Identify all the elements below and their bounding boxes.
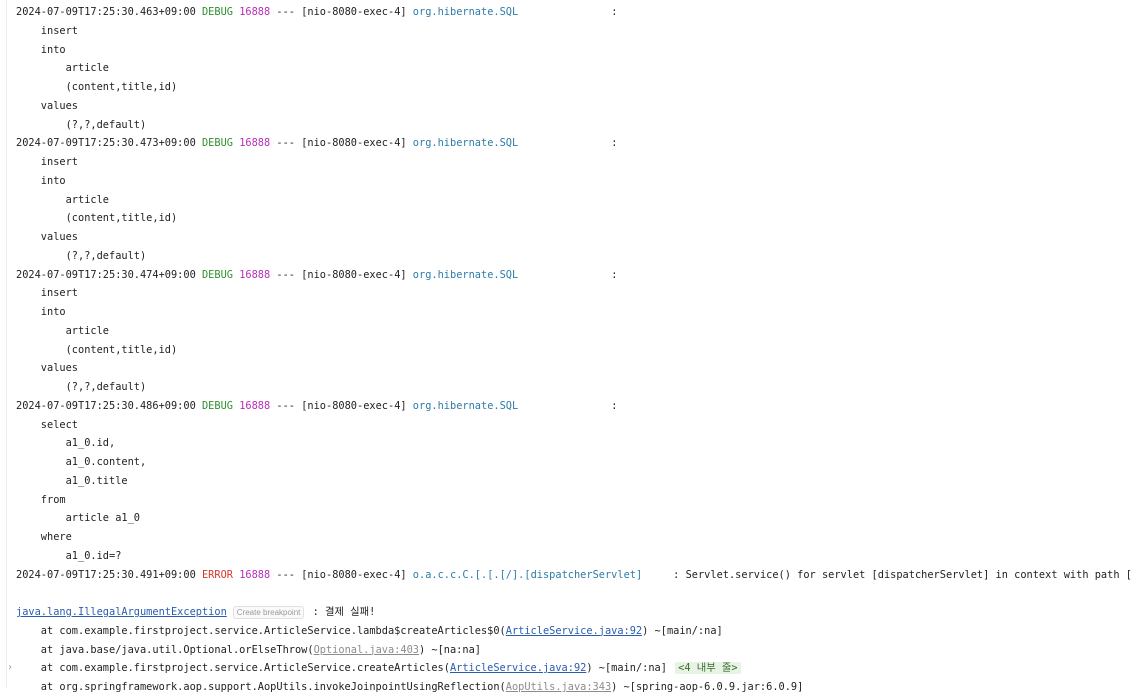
sql-line: a1_0.id,: [16, 437, 116, 450]
log-level: DEBUG: [201, 268, 233, 281]
sql-line: into: [16, 174, 66, 187]
sql-line: (content,title,id): [16, 343, 178, 356]
log-separator: ---: [276, 6, 295, 18]
log-pid: 16888: [239, 399, 271, 412]
sql-line: insert: [16, 287, 78, 300]
log-thread: [nio-8080-exec-4]: [301, 568, 407, 581]
console-output[interactable]: 2024-07-09T17:25:30.463+09:00 DEBUG 1688…: [7, 3, 1131, 697]
sql-line: article: [16, 324, 109, 337]
stack-frame: at org.springframework.aop.support.AopUt…: [16, 678, 1131, 697]
log-timestamp: 2024-07-09T17:25:30.474+09:00: [16, 268, 196, 281]
source-file-link[interactable]: AopUtils.java:343: [506, 681, 611, 693]
log-thread: [nio-8080-exec-4]: [301, 6, 407, 18]
source-file-link[interactable]: Optional.java:403: [314, 644, 419, 656]
sql-line: into: [16, 306, 66, 318]
log-level: DEBUG: [201, 399, 233, 412]
log-pid: 16888: [239, 6, 271, 18]
source-file-link[interactable]: ArticleService.java:92: [506, 625, 642, 637]
sql-line: (?,?,default): [16, 381, 147, 393]
stack-frame-prefix: at java.base/java.util.Optional.orElseTh…: [16, 643, 314, 656]
log-separator: ---: [276, 268, 295, 281]
stack-frame: at com.example.firstproject.service.Arti…: [16, 622, 1131, 641]
log-logger: o.a.c.c.C.[.[.[/].[dispatcherServlet]: [412, 568, 643, 581]
log-pid: 16888: [239, 568, 271, 581]
sql-line: select: [16, 418, 78, 431]
log-error-line: 2024-07-09T17:25:30.491+09:00 ERROR 1688…: [16, 566, 1131, 585]
sql-line: insert: [16, 24, 78, 37]
stack-frame-prefix: at com.example.firstproject.service.Arti…: [16, 662, 450, 675]
stack-frame-suffix: ) ~[na:na]: [418, 643, 481, 656]
log-separator: ---: [276, 137, 295, 150]
sql-line: a1_0.id=?: [16, 549, 122, 562]
log-timestamp: 2024-07-09T17:25:30.473+09:00: [16, 137, 196, 150]
sql-line: from: [16, 493, 66, 506]
stack-frame: at java.base/java.util.Optional.orElseTh…: [16, 641, 1131, 660]
log-timestamp: 2024-07-09T17:25:30.486+09:00: [16, 399, 196, 412]
log-header-line: 2024-07-09T17:25:30.473+09:00 DEBUG 1688…: [16, 134, 1131, 153]
folded-lines-badge[interactable]: <4 내부 줄>: [675, 662, 741, 675]
sql-line: where: [16, 531, 72, 543]
log-thread: [nio-8080-exec-4]: [301, 399, 407, 412]
chevron-right-icon[interactable]: ›: [7, 659, 13, 678]
log-colon: :: [611, 399, 618, 412]
sql-line: article: [16, 193, 109, 206]
editor-gutter: [0, 0, 7, 688]
sql-line: insert: [16, 156, 78, 168]
sql-line: (?,?,default): [16, 118, 147, 131]
log-separator: ---: [276, 399, 295, 412]
create-breakpoint-button[interactable]: Create breakpoint: [232, 605, 305, 619]
log-logger: org.hibernate.SQL: [412, 137, 519, 150]
stack-frame-suffix: ) ~[main/:na]: [586, 662, 667, 675]
log-level: DEBUG: [201, 137, 233, 150]
log-thread: [nio-8080-exec-4]: [301, 268, 407, 281]
log-timestamp: 2024-07-09T17:25:30.463+09:00: [16, 6, 196, 18]
stack-frame-prefix: at org.springframework.aop.support.AopUt…: [16, 681, 506, 693]
sql-line: article: [16, 62, 109, 75]
log-thread: [nio-8080-exec-4]: [301, 137, 407, 150]
log-logger: org.hibernate.SQL: [412, 399, 519, 412]
log-pid: 16888: [239, 268, 271, 281]
log-colon: :: [611, 137, 618, 150]
log-separator: ---: [276, 568, 295, 581]
log-colon: :: [611, 6, 618, 18]
exception-message: : 결제 실패!: [306, 606, 376, 618]
sql-line: into: [16, 43, 66, 56]
sql-line: (?,?,default): [16, 249, 147, 262]
sql-line: values: [16, 231, 78, 243]
log-colon: :: [611, 268, 618, 281]
log-header-line: 2024-07-09T17:25:30.474+09:00 DEBUG 1688…: [16, 266, 1131, 285]
sql-line: (content,title,id): [16, 212, 178, 225]
stack-frame: › at com.example.firstproject.service.Ar…: [7, 659, 1131, 678]
log-logger: org.hibernate.SQL: [412, 6, 519, 18]
log-message: : Servlet.service() for servlet [dispatc…: [673, 568, 1131, 581]
log-header-line: 2024-07-09T17:25:30.486+09:00 DEBUG 1688…: [16, 397, 1131, 416]
log-level: DEBUG: [201, 6, 233, 18]
sql-line: article a1_0: [16, 512, 140, 525]
stack-frame-suffix: ) ~[main/:na]: [642, 624, 723, 637]
log-timestamp: 2024-07-09T17:25:30.491+09:00: [16, 568, 196, 581]
log-level: ERROR: [201, 568, 233, 581]
sql-line: values: [16, 362, 78, 375]
stack-frame-suffix: ) ~[spring-aop-6.0.9.jar:6.0.9]: [611, 681, 804, 693]
source-file-link[interactable]: ArticleService.java:92: [450, 662, 586, 674]
sql-line: (content,title,id): [16, 81, 178, 93]
sql-line: values: [16, 99, 78, 112]
sql-line: a1_0.title: [16, 474, 128, 487]
sql-line: a1_0.content,: [16, 456, 147, 468]
log-header-line: 2024-07-09T17:25:30.463+09:00 DEBUG 1688…: [16, 3, 1131, 22]
exception-class-link[interactable]: java.lang.IllegalArgumentException: [16, 606, 227, 618]
log-logger: org.hibernate.SQL: [412, 268, 519, 281]
log-pid: 16888: [239, 137, 271, 150]
exception-line: java.lang.IllegalArgumentException Create…: [16, 603, 1131, 622]
stack-frame-prefix: at com.example.firstproject.service.Arti…: [16, 624, 506, 637]
